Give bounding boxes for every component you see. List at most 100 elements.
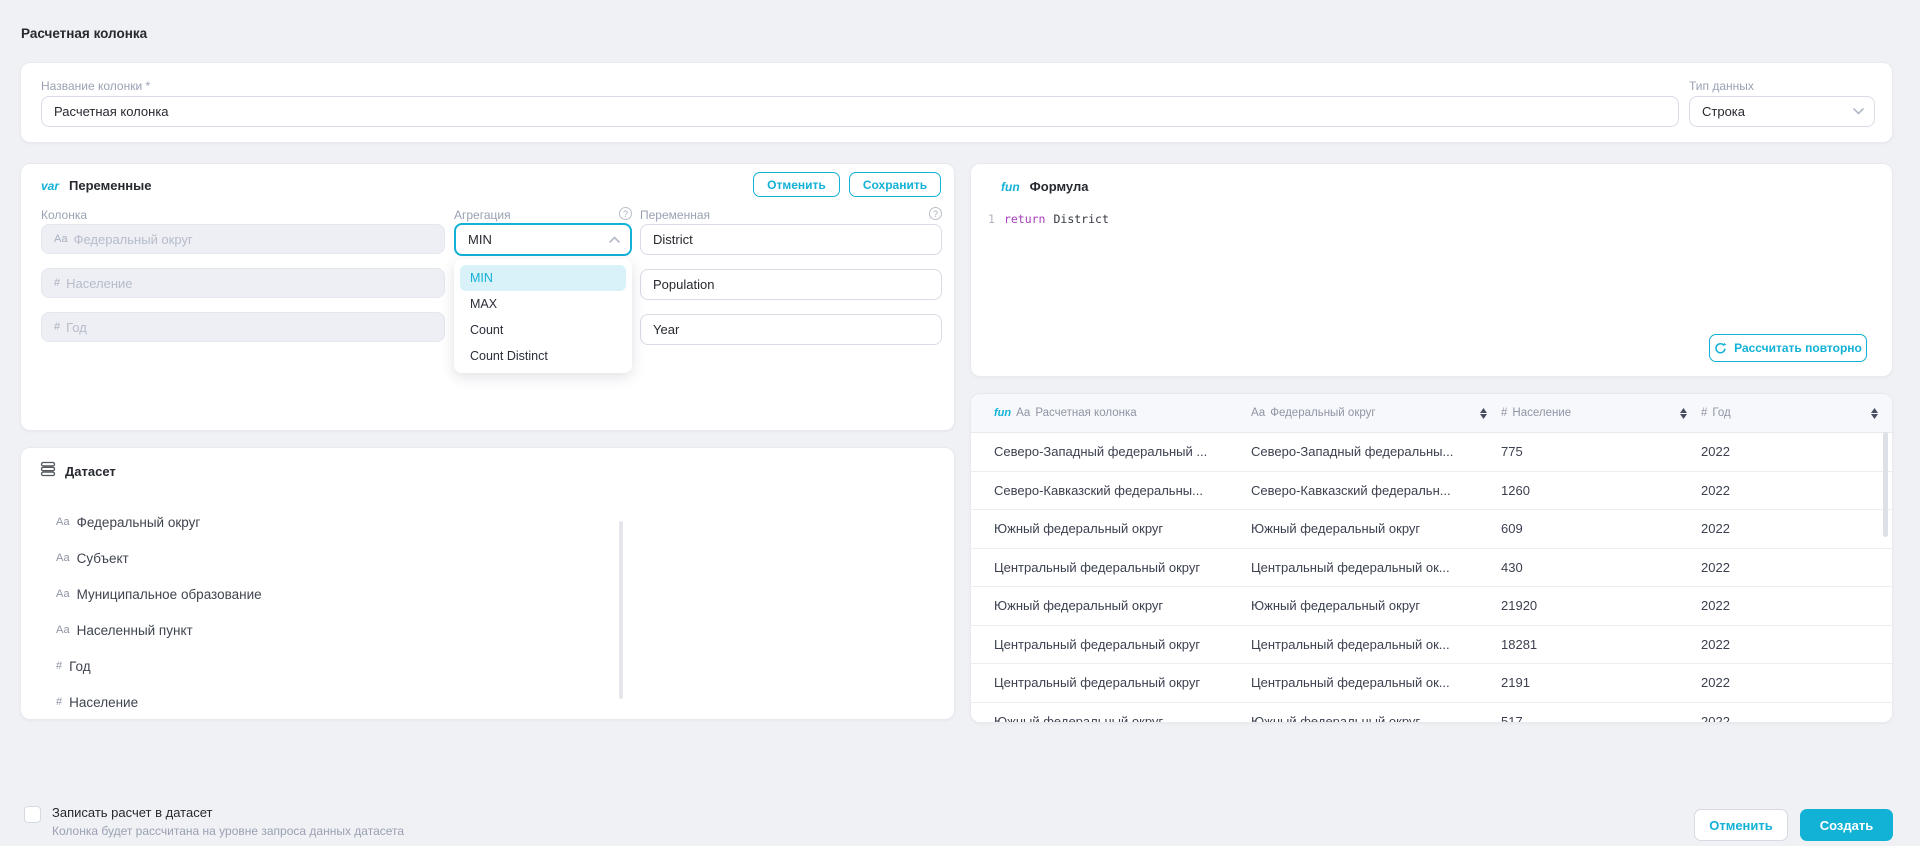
chevron-up-icon	[609, 236, 620, 243]
data-type-value: Строка	[1702, 104, 1745, 119]
cell-federal-district: Центральный федеральный ок...	[1251, 637, 1501, 652]
dataset-field[interactable]: # Население	[56, 684, 262, 720]
cell-year: 2022	[1701, 444, 1892, 459]
dataset-title: Датасет	[65, 464, 116, 479]
cell-federal-district: Центральный федеральный ок...	[1251, 675, 1501, 690]
preview-table: fun Аа Расчетная колонка Аа Федеральный …	[970, 393, 1893, 723]
footer-cancel-button[interactable]: Отменить	[1694, 809, 1788, 841]
variable-column-input: # Население	[41, 268, 445, 298]
cell-year: 2022	[1701, 560, 1892, 575]
variable-name-input[interactable]	[640, 314, 942, 345]
cell-year: 2022	[1701, 675, 1892, 690]
dataset-scrollbar[interactable]	[619, 521, 623, 699]
field-type-prefix: #	[56, 696, 62, 708]
variable-help-icon[interactable]: ?	[929, 207, 942, 220]
cell-federal-district: Северо-Кавказский федеральн...	[1251, 483, 1501, 498]
recalculate-button[interactable]: Рассчитать повторно	[1709, 334, 1867, 362]
table-row[interactable]: Южный федеральный округ Южный федеральны…	[971, 587, 1892, 626]
dataset-field[interactable]: Аа Федеральный округ	[56, 504, 262, 540]
field-type-prefix: Аа	[56, 624, 70, 636]
sort-icon[interactable]	[1480, 408, 1487, 419]
write-to-dataset-label: Записать расчет в датасет	[52, 805, 212, 820]
field-name: Муниципальное образование	[77, 587, 262, 602]
field-type-prefix: #	[56, 660, 62, 672]
write-to-dataset-checkbox[interactable]	[24, 806, 41, 823]
recalculate-label: Рассчитать повторно	[1734, 341, 1862, 355]
refresh-icon	[1714, 342, 1727, 355]
variables-cancel-button[interactable]: Отменить	[753, 172, 840, 197]
table-row[interactable]: Южный федеральный округ Южный федеральны…	[971, 510, 1892, 549]
aggregation-option[interactable]: Count	[460, 317, 626, 343]
aggregation-option[interactable]: MIN	[460, 265, 626, 291]
formula-expression: District	[1053, 212, 1108, 226]
variable-name-input[interactable]	[640, 224, 942, 255]
cell-year: 2022	[1701, 714, 1892, 723]
formula-title: Формула	[1030, 179, 1089, 194]
aggregation-option[interactable]: MAX	[460, 291, 626, 317]
sort-icon[interactable]	[1871, 408, 1878, 419]
cell-population: 609	[1501, 521, 1701, 536]
table-row[interactable]: Центральный федеральный округ Центральны…	[971, 549, 1892, 588]
aggregation-value: MIN	[468, 232, 492, 247]
column-name-input[interactable]	[41, 96, 1679, 127]
variables-title: Переменные	[69, 178, 151, 193]
variables-save-button[interactable]: Сохранить	[849, 172, 941, 197]
data-type-select[interactable]: Строка	[1689, 96, 1875, 127]
table-row[interactable]: Северо-Западный федеральный ... Северо-З…	[971, 433, 1892, 472]
sort-icon[interactable]	[1680, 408, 1687, 419]
cell-federal-district: Южный федеральный округ	[1251, 714, 1501, 723]
write-to-dataset-hint: Колонка будет рассчитана на уровне запро…	[52, 824, 404, 838]
cell-year: 2022	[1701, 483, 1892, 498]
aggregation-help-icon[interactable]: ?	[619, 207, 632, 220]
table-row[interactable]: Северо-Кавказский федеральны... Северо-К…	[971, 472, 1892, 511]
cell-calculated-column: Центральный федеральный округ	[971, 637, 1251, 652]
cell-population: 1260	[1501, 483, 1701, 498]
cell-federal-district: Южный федеральный округ	[1251, 598, 1501, 613]
field-name: Субъект	[77, 551, 129, 566]
aggregation-dropdown: MINMAXCountCount Distinct	[454, 259, 632, 373]
variables-panel: var Переменные Отменить Сохранить Колонк…	[20, 163, 955, 431]
field-name: Федеральный округ	[74, 232, 193, 247]
var-tag: var	[41, 179, 59, 193]
fun-tag: fun	[1001, 180, 1020, 194]
field-name: Население	[69, 695, 138, 710]
header-population[interactable]: # Население	[1501, 407, 1701, 419]
cell-federal-district: Северо-Западный федеральны...	[1251, 444, 1501, 459]
dataset-field[interactable]: # Год	[56, 648, 262, 684]
field-name: Год	[66, 320, 87, 335]
dataset-field[interactable]: Аа Муниципальное образование	[56, 576, 262, 612]
table-row[interactable]: Южный федеральный округ Южный федеральны…	[971, 703, 1892, 724]
line-number: 1	[988, 212, 995, 226]
header-calculated-column[interactable]: fun Аа Расчетная колонка	[971, 407, 1251, 419]
table-row[interactable]: Центральный федеральный округ Центральны…	[971, 664, 1892, 703]
cell-calculated-column: Северо-Кавказский федеральны...	[971, 483, 1251, 498]
cell-calculated-column: Южный федеральный округ	[971, 714, 1251, 723]
field-type-prefix: Аа	[56, 552, 70, 564]
variable-inputs-list	[640, 224, 942, 345]
column-inputs-list: Аа Федеральный округ # Население # Год	[41, 224, 445, 342]
dataset-field[interactable]: Аа Населенный пункт	[56, 612, 262, 648]
cell-population: 18281	[1501, 637, 1701, 652]
variable-column-input: Аа Федеральный округ	[41, 224, 445, 254]
aggregation-option[interactable]: Count Distinct	[460, 343, 626, 369]
column-settings-card: Название колонки * Тип данных Строка	[20, 62, 1893, 143]
variable-name-input[interactable]	[640, 269, 942, 300]
footer-create-button[interactable]: Создать	[1800, 809, 1893, 841]
cell-population: 775	[1501, 444, 1701, 459]
aggregation-select[interactable]: MIN	[454, 223, 632, 256]
field-type-prefix: Аа	[54, 233, 68, 245]
cell-population: 2191	[1501, 675, 1701, 690]
formula-editor[interactable]: 1 returnDistrict	[988, 212, 1109, 226]
table-row[interactable]: Центральный федеральный округ Центральны…	[971, 626, 1892, 665]
cell-calculated-column: Южный федеральный округ	[971, 598, 1251, 613]
dataset-field[interactable]: Аа Субъект	[56, 540, 262, 576]
variable-column-input: # Год	[41, 312, 445, 342]
table-scrollbar[interactable]	[1883, 432, 1888, 537]
header-year[interactable]: # Год	[1701, 407, 1892, 419]
field-name: Год	[69, 659, 91, 674]
header-federal-district[interactable]: Аа Федеральный округ	[1251, 407, 1501, 419]
column-col-label: Колонка	[41, 208, 87, 222]
chevron-down-icon	[1853, 108, 1864, 115]
field-name: Население	[66, 276, 132, 291]
dataset-panel: Датасет Аа Федеральный округ Аа Субъект …	[20, 447, 955, 720]
